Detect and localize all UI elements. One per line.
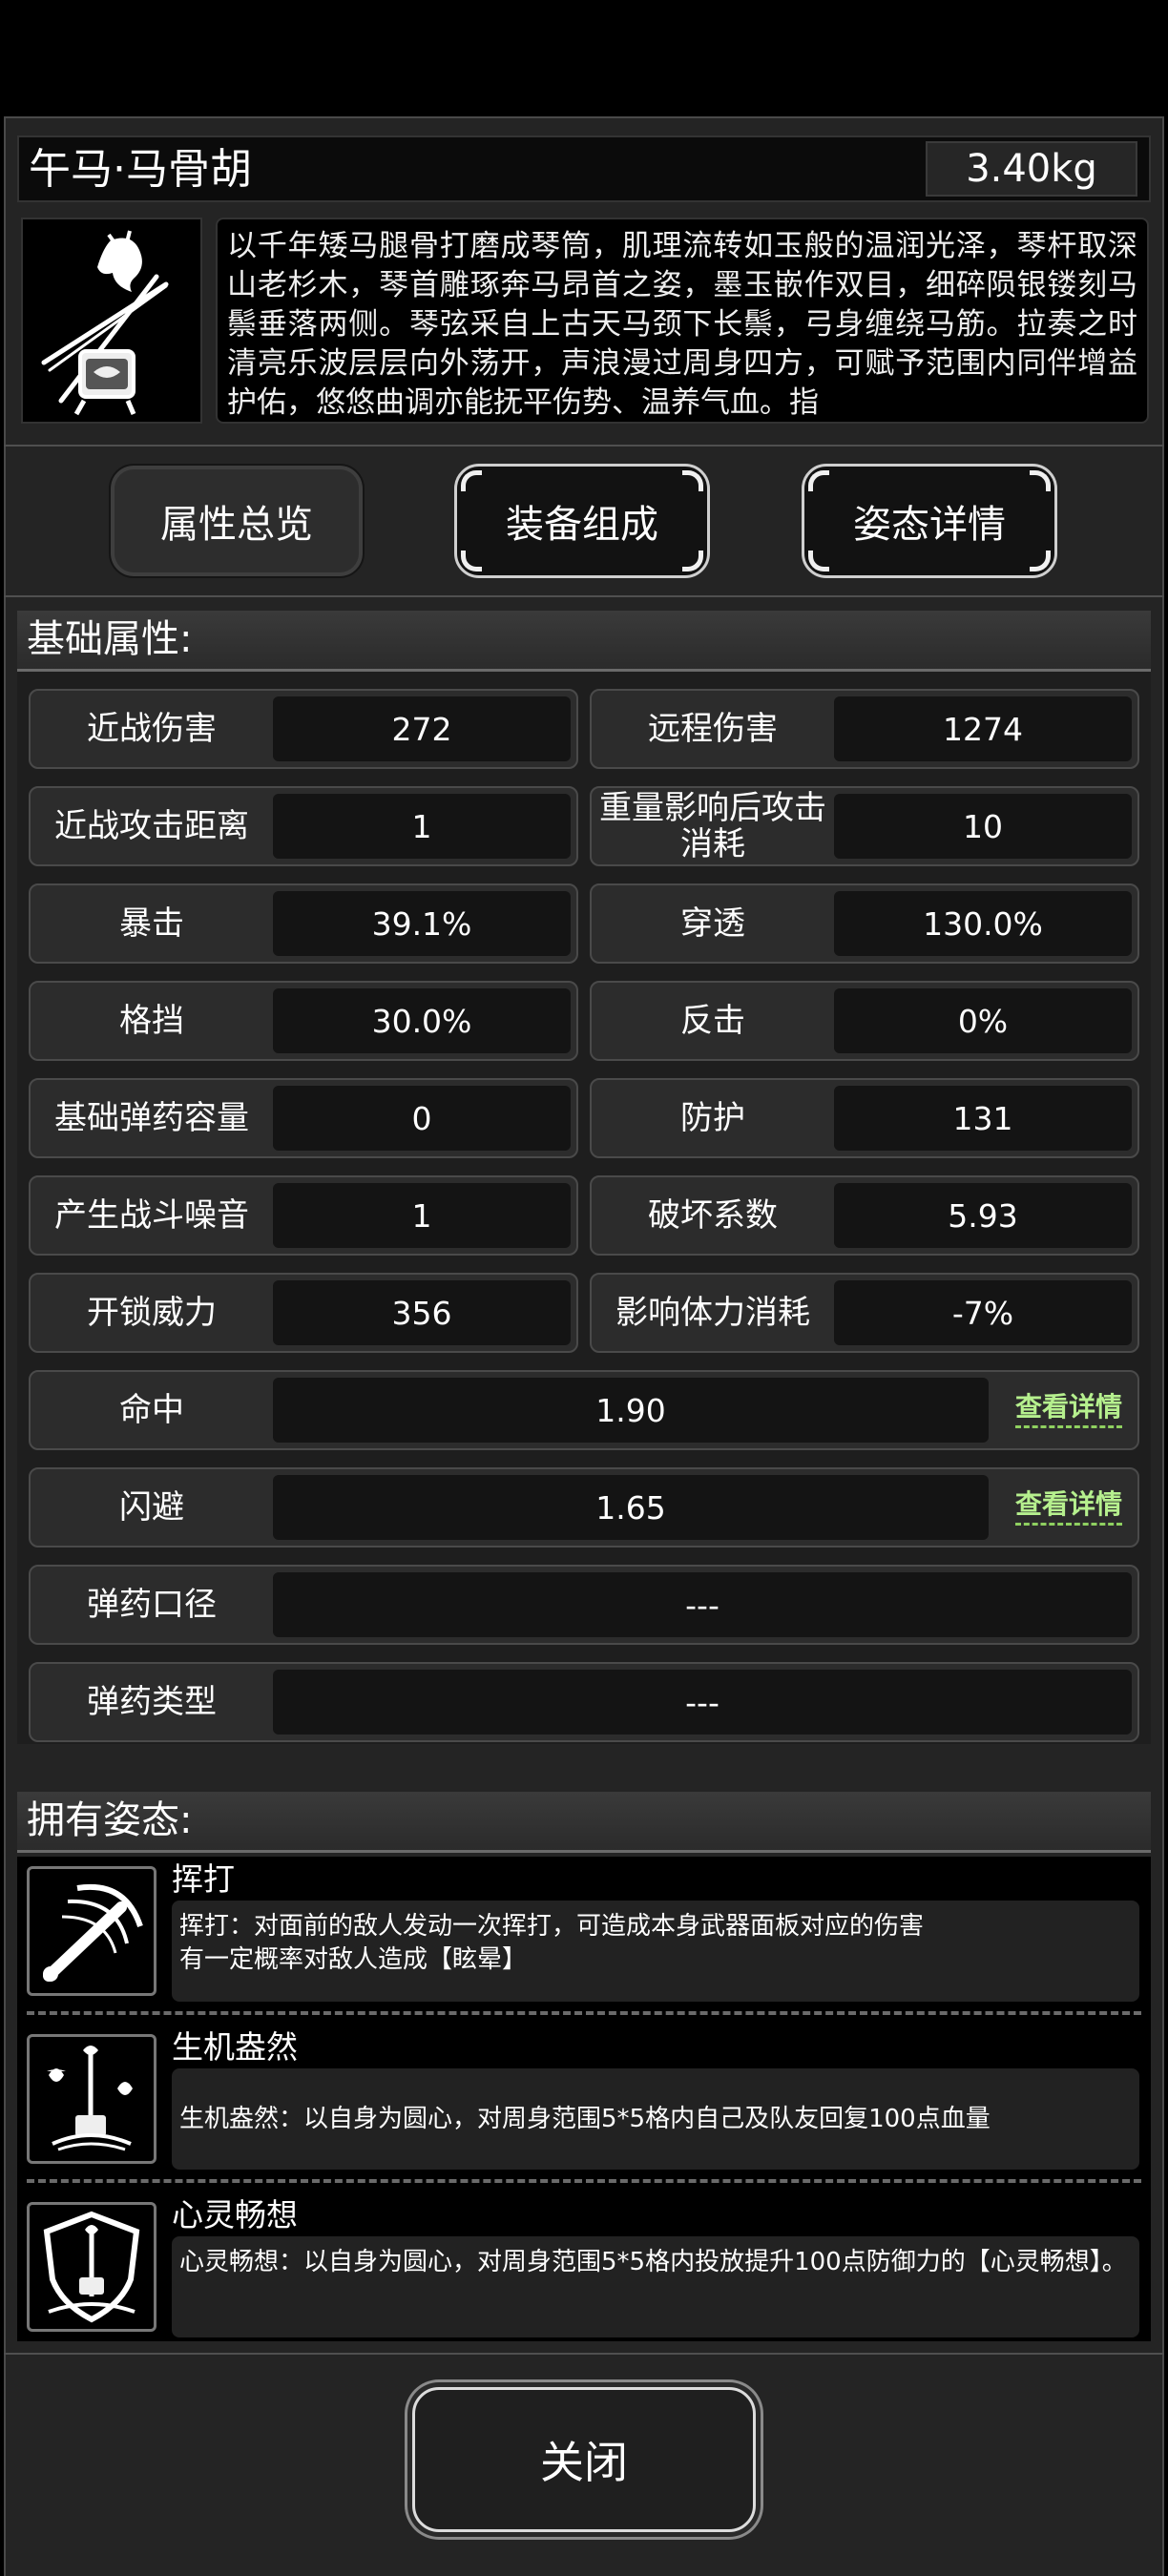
divider: [4, 2353, 1164, 2355]
attribute-label: 产生战斗噪音: [54, 1196, 249, 1235]
attribute-value: 39.1%: [273, 891, 571, 956]
tab-equipment-composition[interactable]: 装备组成: [454, 464, 710, 578]
attribute-value: 131: [834, 1086, 1132, 1151]
attribute-cell: 近战伤害 272: [29, 689, 578, 769]
attribute-cell: 弹药口径 ---: [29, 1565, 1139, 1645]
tab-stance-details[interactable]: 姿态详情: [802, 464, 1057, 578]
stances-area: 挥打 挥打：对面前的敌人发动一次挥打，可造成本身武器面板对应的伤害 有一定概率对…: [17, 1857, 1151, 2341]
stance-desc-line: 有一定概率对敌人造成【眩晕】: [179, 1945, 528, 1974]
tab-label: 属性总览: [160, 503, 313, 547]
attribute-value: 130.0%: [834, 891, 1132, 956]
swing-strike-icon[interactable]: [27, 1866, 156, 1996]
attribute-cell: 开锁威力 356: [29, 1273, 578, 1353]
item-weight: 3.40kg: [926, 141, 1137, 197]
attribute-cell: 命中 1.90 查看详情: [29, 1370, 1139, 1450]
attribute-label: 穿透: [680, 904, 745, 943]
attribute-value: 272: [273, 696, 571, 761]
attribute-value: ---: [273, 1670, 1132, 1735]
divider: [4, 595, 1164, 597]
attribute-cell: 近战攻击距离 1: [29, 786, 578, 866]
item-name: 午马·马骨胡: [29, 145, 252, 194]
stance-name: 生机盎然: [172, 2028, 298, 2066]
attribute-label: 重量影响后攻击消耗: [599, 789, 826, 863]
attribute-cell: 弹药类型 ---: [29, 1662, 1139, 1742]
base-attributes-title: 基础属性:: [17, 611, 1151, 672]
attribute-value: 0%: [834, 988, 1132, 1053]
attribute-value: -7%: [834, 1280, 1132, 1345]
stance-name: 心灵畅想: [172, 2196, 298, 2233]
stances-title: 拥有姿态:: [17, 1792, 1151, 1853]
attribute-value: 5.93: [834, 1183, 1132, 1248]
stance-description: 心灵畅想：以自身为圆心，对周身范围5*5格内投放提升100点防御力的【心灵畅想】…: [172, 2236, 1139, 2337]
attribute-cell: 穿透 130.0%: [590, 883, 1139, 964]
attribute-label: 近战伤害: [87, 710, 217, 748]
attribute-label: 反击: [680, 1002, 745, 1040]
shield-erhu-icon[interactable]: [27, 2202, 156, 2332]
stance-description: 生机盎然：以自身为圆心，对周身范围5*5格内自己及队友回复100点血量: [172, 2068, 1139, 2170]
stance-name: 挥打: [172, 1860, 235, 1898]
stance-desc-line: 生机盎然：以自身为圆心，对周身范围5*5格内自己及队友回复100点血量: [179, 2104, 991, 2133]
item-description[interactable]: 以千年矮马腿骨打磨成琴筒，肌理流转如玉般的温润光泽，琴杆取深山老杉木，琴首雕琢奔…: [216, 218, 1149, 424]
tab-label: 装备组成: [506, 503, 658, 547]
attribute-label: 暴击: [119, 904, 184, 943]
attribute-cell: 重量影响后攻击消耗 10: [590, 786, 1139, 866]
stance-description: 挥打：对面前的敌人发动一次挥打，可造成本身武器面板对应的伤害 有一定概率对敌人造…: [172, 1901, 1139, 2002]
attribute-value: ---: [273, 1572, 1132, 1637]
attribute-value: 30.0%: [273, 988, 571, 1053]
attribute-cell: 闪避 1.65 查看详情: [29, 1467, 1139, 1548]
attribute-label: 闪避: [119, 1488, 184, 1527]
attribute-label: 防护: [680, 1099, 745, 1137]
close-button[interactable]: 关闭: [412, 2387, 756, 2532]
tab-attributes-overview[interactable]: 属性总览: [109, 464, 365, 578]
attribute-cell: 远程伤害 1274: [590, 689, 1139, 769]
attribute-value: 10: [834, 794, 1132, 859]
attribute-cell: 基础弹药容量 0: [29, 1078, 578, 1158]
attribute-label: 弹药口径: [87, 1586, 217, 1624]
attribute-label: 近战攻击距离: [54, 807, 249, 845]
stance-desc-line: 心灵畅想：以自身为圆心，对周身范围5*5格内投放提升100点防御力的【心灵畅想】…: [179, 2248, 1127, 2276]
attribute-cell: 产生战斗噪音 1: [29, 1175, 578, 1256]
tab-label: 姿态详情: [853, 503, 1006, 547]
attribute-label: 弹药类型: [87, 1683, 217, 1721]
attribute-label: 基础弹药容量: [54, 1099, 249, 1137]
attribute-label: 格挡: [119, 1002, 184, 1040]
view-details-link[interactable]: 查看详情: [1014, 1488, 1122, 1526]
item-description-text: 以千年矮马腿骨打磨成琴筒，肌理流转如玉般的温润光泽，琴杆取深山老杉木，琴首雕琢奔…: [227, 229, 1137, 420]
attribute-value: 1274: [834, 696, 1132, 761]
attribute-cell: 防护 131: [590, 1078, 1139, 1158]
attribute-value: 1: [273, 794, 571, 859]
vitality-erhu-icon[interactable]: [27, 2034, 156, 2164]
stance-divider: [27, 2011, 1141, 2015]
horse-head-erhu-icon: [41, 230, 169, 416]
attribute-cell: 格挡 30.0%: [29, 981, 578, 1061]
attribute-label: 开锁威力: [87, 1294, 217, 1332]
attribute-label: 命中: [119, 1391, 184, 1429]
divider: [4, 445, 1164, 447]
item-image: [21, 218, 202, 424]
attribute-value: 1.90: [273, 1378, 989, 1443]
view-details-link[interactable]: 查看详情: [1014, 1391, 1122, 1428]
attribute-label: 影响体力消耗: [615, 1294, 810, 1332]
attribute-value: 356: [273, 1280, 571, 1345]
attribute-value: 1.65: [273, 1475, 989, 1540]
attribute-cell: 暴击 39.1%: [29, 883, 578, 964]
attribute-label: 破坏系数: [648, 1196, 778, 1235]
attribute-cell: 破坏系数 5.93: [590, 1175, 1139, 1256]
stance-divider: [27, 2179, 1141, 2183]
attribute-value: 0: [273, 1086, 571, 1151]
attribute-label: 远程伤害: [648, 710, 778, 748]
attribute-value: 1: [273, 1183, 571, 1248]
close-button-label: 关闭: [540, 2437, 628, 2488]
attribute-cell: 反击 0%: [590, 981, 1139, 1061]
stance-desc-line: 挥打：对面前的敌人发动一次挥打，可造成本身武器面板对应的伤害: [179, 1912, 925, 1941]
item-header: 午马·马骨胡 3.40kg: [17, 135, 1151, 202]
attribute-cell: 影响体力消耗 -7%: [590, 1273, 1139, 1353]
